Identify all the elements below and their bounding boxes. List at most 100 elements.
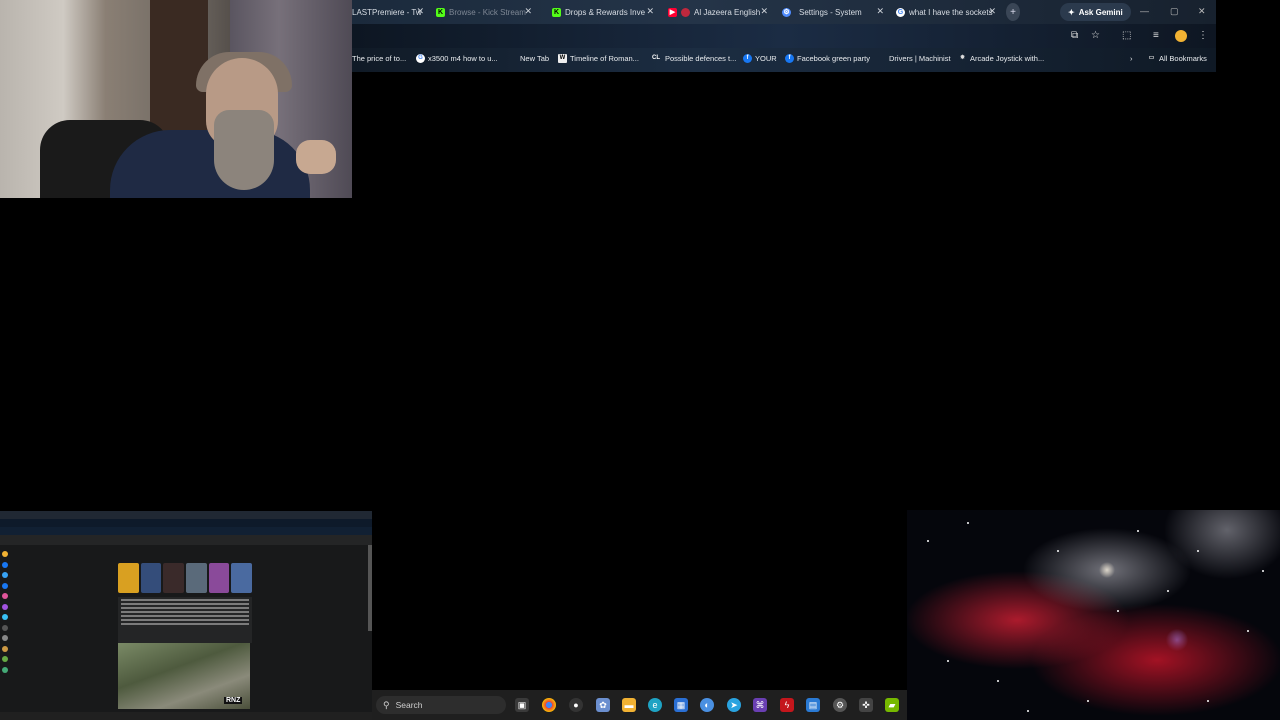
thumb-sidebar-item [2,560,102,571]
thumb-facebook-nav [0,535,372,545]
thumb-sidebar-item [2,644,102,655]
app-icon[interactable]: ✿ [596,698,610,712]
wikipedia-icon: W [558,54,567,63]
tab-settings[interactable]: ⚙ Settings - System ✕ [782,3,884,21]
bookmark-timeline-roman[interactable]: W Timeline of Roman... [558,54,639,63]
controller-icon[interactable]: ✜ [859,698,873,712]
webcam-person-body [110,130,310,198]
rnz-logo: RNZ [224,697,243,704]
thumb-sidebar-item [2,654,102,665]
bookmark-your[interactable]: f YOUR [743,54,777,63]
maximize-icon[interactable]: ▢ [1170,6,1179,17]
thumb-bookmarks-bar [0,527,372,535]
task-view-icon[interactable]: ▣ [515,698,529,712]
reading-list-icon[interactable]: ≡ [1153,30,1159,41]
file-explorer-icon[interactable]: ▬ [622,698,636,712]
minimize-icon[interactable]: — [1140,6,1149,16]
bookmark-label: Possible defences t... [665,54,737,63]
bookmark-drivers-machinist[interactable]: Drivers | Machinist [889,54,951,63]
kick-icon: K [436,7,445,17]
tab-lastpremiere[interactable]: LASTPremiere - Tw ✕ [352,3,424,21]
visual-studio-icon[interactable]: ⌘ [753,698,767,712]
search-placeholder: Search [395,700,423,710]
store-icon[interactable]: ▦ [674,698,688,712]
chrome-icon[interactable] [542,698,556,712]
close-icon[interactable]: ✕ [524,6,532,17]
gear-icon: ⚙ [782,7,791,17]
tab-title: what I have the sockets [909,7,993,17]
bookmark-label: Facebook green party [797,54,870,63]
screen-share-thumbnail: RNZ [0,511,372,720]
thumb-sidebar-item [2,549,102,560]
obs-icon[interactable]: ● [569,698,583,712]
star-icon: ✸ [959,55,966,61]
bookmark-label: Arcade Joystick with... [970,54,1045,63]
app-icon-2[interactable]: ◐ [700,698,714,712]
thumb-sidebar-item [2,570,102,581]
all-bookmarks-label: All Bookmarks [1159,54,1207,63]
bookmark-facebook-green-party[interactable]: f Facebook green party [785,54,870,63]
close-icon[interactable]: ✕ [416,6,424,17]
facebook-icon: f [785,54,794,63]
tab-title: Settings - System [799,7,862,17]
edge-icon[interactable]: e [648,698,662,712]
tab-kick-drops[interactable]: K Drops & Rewards Inve ✕ [552,3,654,21]
bookmark-label: Timeline of Roman... [570,54,639,63]
settings-icon[interactable]: ⚙ [833,698,847,712]
bookmark-price[interactable]: The price of to... [352,54,406,63]
thumb-sidebar-item [2,612,102,623]
close-icon[interactable]: ✕ [760,6,768,17]
profile-avatar-icon[interactable] [1175,30,1187,42]
browser-toolbar [352,24,1216,48]
telegram-icon[interactable]: ➤ [727,698,741,712]
channel-avatar-icon [681,7,690,17]
all-bookmarks-button[interactable]: ▭ All Bookmarks [1147,54,1207,63]
tab-aljazeera[interactable]: ▶ Al Jazeera English ✕ [668,3,768,21]
facebook-icon: f [743,54,752,63]
thumb-tab-bar [0,511,372,519]
thumb-scrollbar [368,545,372,631]
webcam-person-hand [296,140,336,174]
taskbar-search[interactable]: ⚲ Search [376,696,506,714]
thumb-sidebar-item [2,581,102,592]
thumb-sidebar [2,549,102,675]
install-app-icon[interactable]: ⧉ [1071,30,1078,41]
bookmark-label: x3500 m4 how to u... [428,54,498,63]
bookmark-new-tab[interactable]: New Tab [520,54,549,63]
close-icon[interactable]: ✕ [988,6,996,17]
thumb-post [118,597,252,643]
bookmark-label: The price of to... [352,54,407,63]
google-icon: G [416,54,425,63]
nvidia-icon[interactable]: ▰ [885,698,899,712]
window-close-icon[interactable]: ✕ [1198,6,1206,17]
thumb-sidebar-item [2,633,102,644]
bookmark-arcade-joystick[interactable]: ✸ Arcade Joystick with... [958,54,1044,63]
tab-title: Al Jazeera English [694,7,761,17]
close-icon[interactable]: ✕ [876,6,884,17]
app-icon-3[interactable]: ▤ [806,698,820,712]
close-icon[interactable]: ✕ [646,6,654,17]
ask-gemini-label: Ask Gemini [1078,7,1123,17]
menu-dots-icon[interactable]: ⋮ [1198,30,1208,41]
bookmark-x3500[interactable]: Gx3500 m4 how to u... [416,54,498,63]
tab-google-search[interactable]: G what I have the sockets ✕ [896,3,996,21]
bookmark-label: YOUR [755,54,777,63]
flash-icon[interactable]: ϟ [780,698,794,712]
bookmark-possible-defences[interactable]: CL Possible defences t... [650,54,736,63]
new-tab-button[interactable]: + [1006,3,1020,21]
thumb-taskbar [0,712,372,720]
tab-title: Browse - Kick Stream [449,7,526,17]
bookmark-label: Drivers | Machinist [889,54,951,63]
thumb-stories-row [118,563,253,593]
ask-gemini-button[interactable]: ✦ Ask Gemini [1060,3,1131,21]
plus-icon: + [1010,6,1016,18]
tab-title: Drops & Rewards Inve [565,7,646,17]
gemini-sparkle-icon: ✦ [1068,7,1075,17]
tab-kick-browse[interactable]: K Browse - Kick Stream ✕ [436,3,532,21]
webcam-feed [0,0,352,198]
youtube-icon: ▶ [668,7,677,17]
craigslist-icon: CL [652,55,660,61]
bookmarks-overflow-icon[interactable]: › [1130,54,1133,63]
extensions-icon[interactable]: ⬚ [1122,30,1131,41]
bookmark-star-icon[interactable]: ☆ [1091,30,1100,41]
